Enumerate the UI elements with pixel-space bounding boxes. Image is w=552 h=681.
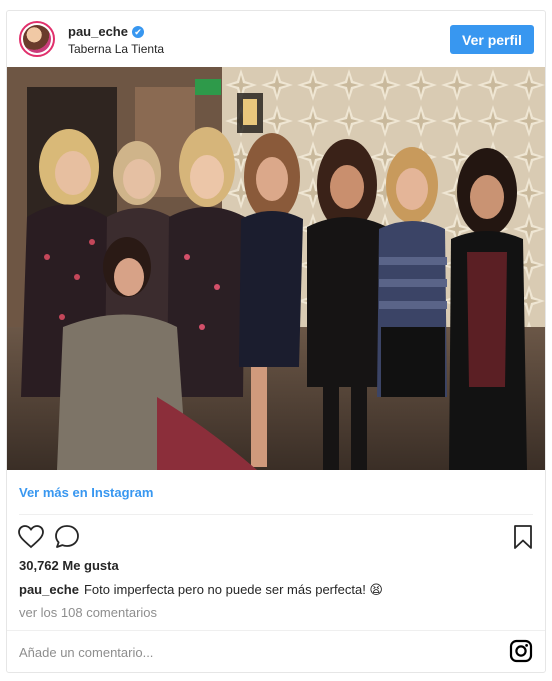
- divider: [7, 630, 545, 631]
- post-actions: [7, 519, 545, 555]
- avatar-image: [23, 25, 51, 53]
- verified-badge-icon: ✔: [131, 25, 144, 38]
- bookmark-icon[interactable]: [509, 523, 537, 551]
- like-count[interactable]: 30,762 Me gusta: [19, 558, 119, 573]
- view-comments-link[interactable]: ver los 108 comentarios: [19, 605, 157, 620]
- group-photo-image: [7, 67, 545, 470]
- caption: pau_eche Foto imperfecta pero no puede se…: [19, 582, 383, 598]
- caption-text: Foto imperfecta pero no puede ser más pe…: [83, 582, 383, 597]
- post-photo[interactable]: [7, 67, 545, 470]
- username[interactable]: pau_eche: [68, 24, 128, 39]
- comment-icon[interactable]: [53, 523, 81, 551]
- view-profile-button[interactable]: Ver perfil: [450, 25, 534, 54]
- location-link[interactable]: Taberna La Tienta: [68, 42, 164, 56]
- caption-username[interactable]: pau_eche: [19, 582, 79, 597]
- add-comment-field[interactable]: Añade un comentario...: [19, 645, 153, 660]
- view-more-on-instagram-link[interactable]: Ver más en Instagram: [19, 485, 153, 500]
- avatar[interactable]: [19, 21, 55, 57]
- divider: [19, 514, 533, 515]
- heart-icon[interactable]: [17, 523, 45, 551]
- username-row: pau_eche ✔: [68, 24, 144, 39]
- instagram-embed-card: pau_eche ✔ Taberna La Tienta Ver perfil: [6, 10, 546, 673]
- instagram-logo-icon[interactable]: [509, 639, 533, 663]
- post-header: pau_eche ✔ Taberna La Tienta Ver perfil: [7, 11, 545, 67]
